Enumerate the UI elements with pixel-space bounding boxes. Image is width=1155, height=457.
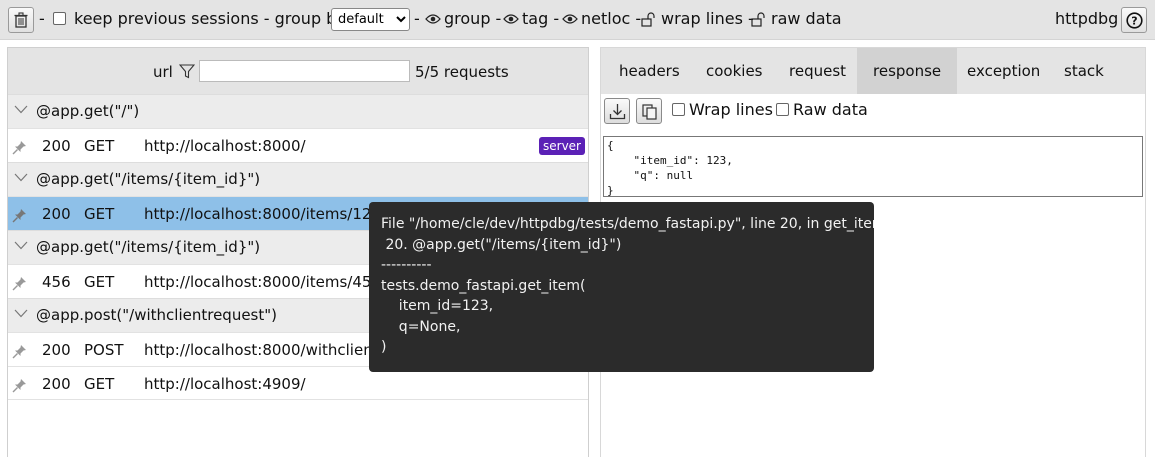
pin-icon[interactable] — [12, 378, 27, 393]
group-label: @app.get("/items/{item_id}") — [36, 170, 261, 188]
request-url: http://localhost:8000/items/456 — [144, 273, 381, 291]
tab-request[interactable]: request — [773, 48, 862, 94]
chevron-down-icon[interactable] — [14, 309, 28, 318]
svg-text:?: ? — [1131, 14, 1137, 27]
eye-icon[interactable] — [425, 13, 441, 25]
help-button[interactable]: ? — [1121, 7, 1147, 33]
netloc-toggle-label[interactable]: netloc - — [581, 8, 641, 30]
chevron-down-icon[interactable] — [14, 173, 28, 182]
wrap-lines-toggle-label[interactable]: wrap lines - — [661, 8, 754, 30]
request-status: 200 — [42, 137, 71, 155]
unlock-icon[interactable] — [751, 12, 767, 27]
filter-icon — [179, 64, 195, 79]
group-header[interactable]: @app.get("/items/{item_id}") — [8, 162, 588, 196]
question-icon: ? — [1125, 11, 1143, 29]
request-method: GET — [84, 375, 115, 393]
download-icon — [609, 103, 625, 119]
raw-data-label: Raw data — [793, 100, 868, 119]
app-name: httpdbg — [1055, 9, 1119, 28]
tag-badge: server — [539, 137, 585, 155]
url-filter-label: url — [153, 63, 173, 81]
raw-data-checkbox[interactable] — [776, 103, 789, 116]
request-method: GET — [84, 273, 115, 291]
request-status: 200 — [42, 205, 71, 223]
tab-headers[interactable]: headers — [603, 48, 696, 94]
stack-tooltip: File "/home/cle/dev/httpdbg/tests/demo_f… — [369, 202, 874, 372]
chevron-down-icon[interactable] — [14, 241, 28, 250]
groupby-select[interactable]: default — [331, 8, 410, 31]
tab-exception[interactable]: exception — [951, 48, 1056, 94]
unlock-icon[interactable] — [641, 12, 657, 27]
request-url: http://localhost:4909/ — [144, 375, 306, 393]
request-status: 200 — [42, 341, 71, 359]
url-filter-bar: url 5/5 requests — [8, 48, 588, 94]
request-count: 5/5 requests — [415, 63, 509, 81]
group-header[interactable]: @app.get("/") — [8, 94, 588, 128]
pin-icon[interactable] — [12, 344, 27, 359]
request-url: http://localhost:8000/ — [144, 137, 306, 155]
chevron-down-icon[interactable] — [14, 105, 28, 114]
request-row[interactable]: 200 GET http://localhost:8000/ server — [8, 128, 588, 162]
tab-response[interactable]: response — [857, 48, 958, 94]
request-method: GET — [84, 205, 115, 223]
clear-requests-button[interactable] — [8, 7, 34, 33]
request-url: http://localhost:8000/items/123 — [144, 205, 381, 223]
copy-button[interactable] — [636, 98, 662, 124]
request-status: 456 — [42, 273, 71, 291]
group-toggle-label[interactable]: group - — [444, 8, 501, 30]
group-label: @app.get("/") — [36, 102, 140, 120]
top-toolbar: - keep previous sessions - group by defa… — [0, 0, 1155, 40]
keep-sessions-label: keep previous sessions - group by — [74, 9, 346, 28]
details-tabs: headers cookies request response excepti… — [601, 48, 1145, 94]
group-label: @app.post("/withclientrequest") — [36, 306, 277, 324]
tab-stack[interactable]: stack — [1048, 48, 1120, 94]
toolbar-separator: - — [414, 9, 420, 28]
pin-icon[interactable] — [12, 276, 27, 291]
wrap-lines-checkbox[interactable] — [672, 103, 685, 116]
trash-icon — [14, 12, 28, 28]
response-body: { "item_id": 123, "q": null } — [603, 136, 1143, 197]
keep-sessions-checkbox[interactable] — [53, 12, 66, 25]
toolbar-separator: - — [39, 9, 45, 28]
pin-icon[interactable] — [12, 140, 27, 155]
wrap-lines-label: Wrap lines — [689, 100, 773, 119]
request-method: GET — [84, 137, 115, 155]
request-method: POST — [84, 341, 124, 359]
tag-toggle-label[interactable]: tag - — [522, 8, 559, 30]
request-status: 200 — [42, 375, 71, 393]
tab-cookies[interactable]: cookies — [690, 48, 779, 94]
raw-data-toggle-label[interactable]: raw data — [771, 8, 842, 30]
response-toolbar: Wrap lines Raw data — [601, 94, 1145, 128]
pin-icon[interactable] — [12, 208, 27, 223]
group-label: @app.get("/items/{item_id}") — [36, 238, 261, 256]
download-button[interactable] — [604, 98, 630, 124]
eye-icon[interactable] — [562, 13, 578, 25]
url-filter-input[interactable] — [199, 60, 410, 82]
eye-icon[interactable] — [503, 13, 519, 25]
copy-icon — [641, 103, 657, 120]
